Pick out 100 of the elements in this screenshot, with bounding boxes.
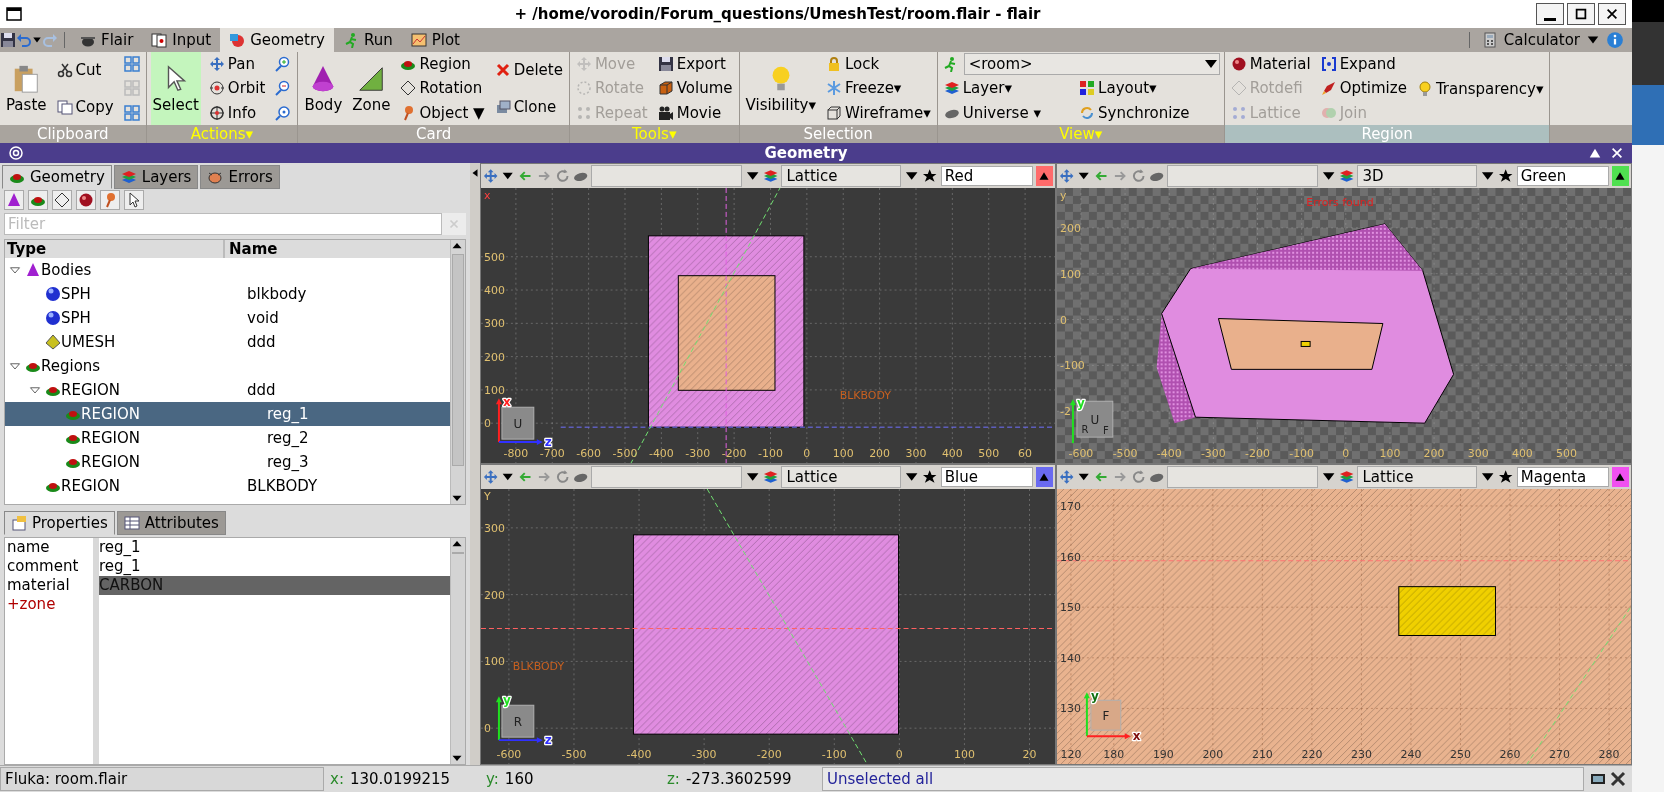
ribbon-button[interactable]: Movie [655, 100, 735, 125]
ribbon-button[interactable]: Expand [1318, 52, 1409, 77]
ribbon-button[interactable]: Transparency▾ [1414, 52, 1546, 125]
group-label: Region [1224, 125, 1550, 143]
tick-label: 200 [484, 350, 505, 364]
tree-cell: REGION [61, 477, 120, 495]
tree-cell-text: reg_3 [266, 453, 309, 471]
cube-label: F [1102, 425, 1109, 437]
ribbon-button[interactable]: Select [150, 52, 201, 125]
tick-label: 180 [1103, 748, 1125, 762]
tick-label: -600 [576, 447, 602, 461]
tab[interactable]: Errors [200, 165, 280, 189]
tab[interactable]: Run [333, 28, 402, 52]
calculator-button[interactable]: Calculator [1475, 31, 1586, 49]
ribbon-button[interactable]: Cut [54, 52, 116, 89]
tree-row[interactable]: SPH void [5, 306, 450, 330]
property-name[interactable]: material [5, 576, 93, 595]
dropdown-field[interactable]: <room> [963, 53, 1220, 76]
property-name[interactable]: comment [5, 557, 93, 576]
property-value[interactable]: reg_1 [99, 557, 450, 576]
tab[interactable]: Attributes [116, 511, 226, 535]
coordinate-value: 160 [504, 770, 534, 788]
property-name[interactable]: +zone [5, 595, 93, 614]
ribbon-button[interactable]: Material [1228, 52, 1313, 77]
tab[interactable]: Geometry [220, 28, 334, 52]
ribbon-button[interactable]: Optimize [1318, 76, 1409, 101]
tab[interactable]: Geometry [2, 165, 112, 189]
ribbon-button[interactable]: Pan [206, 52, 268, 77]
tree-row[interactable]: Bodies [5, 258, 450, 282]
color-field[interactable]: Red [940, 166, 1033, 186]
geometry-view[interactable]: 120 180 190 200 210 220 230 240 250 260 270 280 170 160 150 140 130 F y x [1057, 489, 1631, 764]
ribbon-button[interactable]: Copy [54, 88, 116, 125]
tick-label: -600 [496, 748, 522, 762]
tree-cell-text: BLKBODY [246, 477, 318, 495]
tick-label: 260 [1499, 748, 1521, 762]
tree-row[interactable]: UMESH ddd [5, 330, 450, 354]
tick-label: 170 [1060, 499, 1081, 513]
tab[interactable]: Plot [401, 28, 469, 52]
tick-label: -400 [648, 447, 674, 461]
tab[interactable]: Layers [113, 165, 199, 189]
ribbon-button[interactable]: Layer▾ [941, 76, 1072, 101]
tick-label: 100 [832, 447, 854, 461]
group-label: Card [298, 125, 569, 143]
geometry-view[interactable]: -600 -500 -400 -300 -200 -100 0 100 20 300 200 100 0 Y BLKBODY R y z [481, 489, 1055, 764]
column-header[interactable]: Type [5, 240, 225, 258]
tab[interactable]: Input [142, 28, 221, 52]
ribbon-button[interactable]: Wireframe▾ [823, 100, 933, 125]
tree-row[interactable]: REGION reg_3 [5, 450, 450, 474]
dropdown-field[interactable]: Lattice [781, 165, 901, 187]
geometry-view[interactable]: -600 -500 -400 -300 -200 -100 0 100 200 300 400 500 200 100 0 -100 -2 y Errors found U R F y [1057, 188, 1631, 463]
tab[interactable]: Flair [71, 28, 143, 52]
cube-label: U [1090, 413, 1100, 428]
property-value[interactable]: reg_1 [99, 538, 450, 557]
tick-label: 140 [1060, 651, 1081, 665]
ribbon-button[interactable]: Clone [492, 88, 565, 125]
tick-label: -300 [1200, 447, 1226, 461]
tree-row[interactable]: REGION reg_2 [5, 426, 450, 450]
status-text: Fluka: room.flair [0, 767, 324, 791]
ribbon-button[interactable]: Visibility▾ [743, 52, 818, 125]
tick-label: -400 [626, 748, 652, 762]
search-field[interactable]: Filter [4, 213, 442, 235]
ribbon-button[interactable]: Orbit [206, 76, 268, 101]
corner-label: Y [484, 489, 491, 503]
color-field[interactable]: Magenta [1516, 467, 1609, 487]
tree-row[interactable]: REGION reg_1 [5, 402, 450, 426]
tick-label: 250 [1450, 748, 1471, 762]
tab[interactable]: Properties [4, 511, 115, 535]
ribbon-button[interactable]: Export [655, 52, 735, 77]
tree-row[interactable]: SPH blkbody [5, 282, 450, 306]
ribbon-button[interactable]: Zone [350, 52, 393, 125]
ribbon-button[interactable]: Universe ▾ [941, 100, 1072, 125]
ribbon-button[interactable]: Paste [4, 52, 49, 125]
window-title: + /home/vorodin/Forum_questions/UmeshTest/room.flair - flair [513, 5, 1042, 23]
ribbon-button[interactable]: Info [206, 100, 268, 125]
geometry-view[interactable]: -800 -700 -600 -500 -400 -300 -200 -100 0 100 200 300 400 500 60 500 400 300 200 100 0 x BLKBODY U x z [481, 188, 1055, 463]
ribbon-button[interactable]: Region [398, 52, 487, 77]
ribbon-button[interactable]: Lock [823, 52, 933, 77]
tree-row[interactable]: REGION BLKBODY [5, 474, 450, 498]
ribbon-button[interactable]: Object ▼ [398, 100, 487, 125]
dropdown-field[interactable]: 3D [1357, 165, 1477, 187]
property-name[interactable]: name [5, 538, 93, 557]
column-header[interactable]: Name [225, 240, 450, 258]
dropdown-field[interactable]: Lattice [1357, 466, 1477, 488]
tick-label: 160 [1060, 550, 1081, 564]
ribbon-button[interactable]: Synchronize [1077, 100, 1220, 125]
tree-cell: REGION [81, 429, 140, 447]
tree-row[interactable]: REGION ddd [5, 378, 450, 402]
ribbon-button[interactable]: Layout▾ [1077, 76, 1220, 101]
dropdown-field[interactable]: Lattice [781, 466, 901, 488]
ribbon-button[interactable]: Freeze▾ [823, 76, 933, 101]
ribbon-button[interactable]: Delete [492, 52, 565, 89]
ribbon-button[interactable]: Body [302, 52, 345, 125]
tick-label: 150 [1060, 601, 1081, 615]
ribbon-button[interactable]: Rotation [398, 76, 487, 101]
tree-row[interactable]: Regions [5, 354, 450, 378]
color-field[interactable]: Green [1516, 166, 1609, 186]
tick-label: -600 [1068, 447, 1094, 461]
tick-label: -2 [1060, 405, 1071, 419]
ribbon-button[interactable]: Volume [655, 76, 735, 101]
color-field[interactable]: Blue [940, 467, 1033, 487]
